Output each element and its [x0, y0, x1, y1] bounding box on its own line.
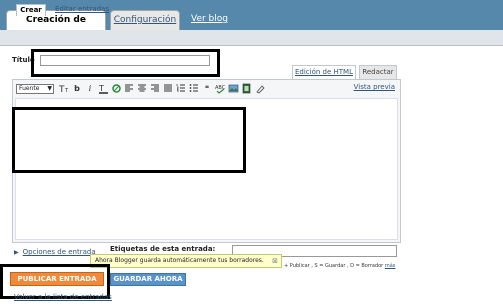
editor-toolbar: Fuente ▼ TT b i T ❝ ABC Vista previa	[13, 80, 400, 98]
keyboard-shortcuts-hint: + Publicar , S = Guardar , D = Borrador …	[284, 263, 395, 269]
svg-text:T: T	[64, 88, 69, 94]
text-color-icon[interactable]: T	[97, 83, 109, 95]
bold-button[interactable]: b	[71, 83, 83, 95]
post-options-label: Opciones de entrada	[22, 248, 96, 256]
align-center-icon[interactable]	[136, 83, 148, 95]
post-options-link[interactable]: ▶ Opciones de entrada	[14, 248, 96, 256]
italic-button[interactable]: i	[84, 83, 96, 95]
video-icon[interactable]	[240, 83, 252, 95]
autosave-tooltip-text: Ahora Blogger guarda automáticamente tus…	[95, 257, 264, 264]
link-icon[interactable]	[110, 83, 122, 95]
subtab-edit-posts[interactable]: Editar entradas	[55, 4, 109, 14]
svg-text:ABC: ABC	[215, 85, 226, 91]
align-right-icon[interactable]	[149, 83, 161, 95]
numbered-list-icon[interactable]	[175, 83, 187, 95]
font-select-label: Fuente	[19, 85, 40, 92]
save-now-button[interactable]: GUARDAR AHORA	[110, 273, 186, 286]
svg-text:T: T	[98, 84, 104, 93]
back-to-posts-link[interactable]: Volver a la lista de entradas	[14, 293, 112, 301]
editor-highlight-box	[12, 107, 246, 173]
image-icon[interactable]	[227, 83, 239, 95]
spellcheck-icon[interactable]: ABC	[214, 83, 226, 95]
tab-compose[interactable]: Redactar	[359, 65, 397, 79]
bullet-list-icon[interactable]	[188, 83, 200, 95]
preview-link[interactable]: Vista previa	[354, 83, 395, 91]
view-blog-link[interactable]: Ver blog	[191, 14, 228, 24]
chevron-down-icon: ▼	[47, 85, 52, 92]
autosave-tooltip: Ahora Blogger guarda automáticamente tus…	[90, 254, 282, 268]
tab-edit-html[interactable]: Edición de HTML	[292, 65, 356, 79]
triangle-right-icon: ▶	[14, 249, 19, 256]
close-icon[interactable]: ⊠	[272, 255, 278, 267]
font-size-icon[interactable]: TT	[58, 83, 70, 95]
font-select[interactable]: Fuente ▼	[16, 84, 54, 94]
subtab-create[interactable]: Crear	[16, 4, 46, 16]
tab-settings[interactable]: Configuración	[110, 10, 180, 30]
align-justify-icon[interactable]	[162, 83, 174, 95]
align-left-icon[interactable]	[123, 83, 135, 95]
sub-nav-bar	[0, 30, 503, 46]
title-highlight-box	[31, 49, 220, 77]
shortcuts-more-link[interactable]: más	[385, 263, 396, 269]
quote-icon[interactable]: ❝	[201, 83, 213, 95]
remove-formatting-icon[interactable]	[253, 83, 265, 95]
shortcuts-text: + Publicar , S = Guardar , D = Borrador	[284, 263, 384, 269]
labels-label: Etiquetas de esta entrada:	[110, 245, 216, 253]
